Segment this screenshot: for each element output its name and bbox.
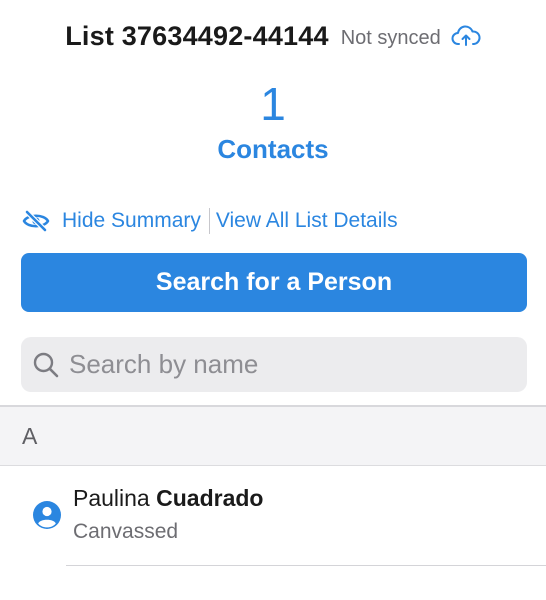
search-input[interactable] (67, 348, 511, 381)
contact-last-name: Cuadrado (156, 485, 264, 511)
search-field[interactable] (21, 337, 527, 392)
list-header: List 37634492-44144 Not synced (0, 14, 546, 58)
hide-summary-link[interactable]: Hide Summary (62, 209, 201, 233)
section-header: A (0, 405, 546, 466)
link-divider (208, 208, 210, 234)
contact-summary: 1 Contacts (0, 78, 546, 165)
section-letter: A (22, 422, 38, 449)
contact-status: Canvassed (73, 520, 179, 543)
list-title: List 37634492-44144 (65, 20, 329, 51)
eye-slash-icon[interactable] (22, 210, 50, 232)
search-for-person-button[interactable]: Search for a Person (21, 253, 527, 312)
person-circle-icon (33, 501, 61, 529)
contact-row[interactable]: Paulina Cuadrado Canvassed (0, 465, 546, 565)
contact-count-label: Contacts (217, 134, 329, 164)
row-divider (66, 565, 546, 566)
contact-name: Paulina Cuadrado (73, 485, 263, 512)
contact-count: 1 (260, 78, 286, 130)
view-all-list-details-link[interactable]: View All List Details (216, 209, 398, 233)
summary-links: Hide Summary View All List Details (22, 206, 398, 236)
contact-first-name: Paulina (73, 485, 150, 511)
cloud-upload-icon[interactable] (451, 25, 481, 49)
magnifier-icon (31, 350, 61, 380)
list-screen: List 37634492-44144 Not synced 1 Contact… (0, 0, 546, 600)
sync-status: Not synced (340, 26, 441, 49)
